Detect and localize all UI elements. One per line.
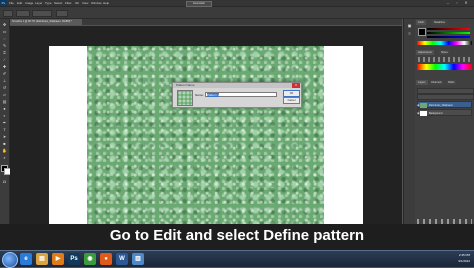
dodge-tool-icon[interactable]: ◐ [2, 113, 7, 118]
blur-tool-icon[interactable]: ● [2, 106, 7, 111]
lasso-tool-icon[interactable]: ◌ [2, 36, 7, 41]
menu-image[interactable]: Image [25, 0, 33, 6]
raindrops-image[interactable] [87, 46, 324, 224]
type-tool-icon[interactable]: T [2, 127, 7, 132]
clock-date: 9/1/2012 [458, 259, 470, 263]
menu-3d[interactable]: 3D [75, 0, 79, 6]
option-control[interactable] [16, 10, 30, 17]
system-clock[interactable]: 2:45 PM 9/1/2012 [458, 252, 470, 264]
crop-tool-icon[interactable]: ⌗ [2, 50, 7, 55]
eraser-tool-icon[interactable]: ▱ [2, 92, 7, 97]
collapsed-panel-strip: ▣ ≡ [403, 19, 415, 237]
ok-button[interactable]: OK [283, 90, 300, 97]
maximize-button[interactable]: ▫ [453, 0, 461, 6]
right-panel-dock: Color Swatches Adjustments Styles Layers… [415, 19, 474, 237]
shape-tool-icon[interactable]: ■ [2, 141, 7, 146]
tool-preset-picker[interactable] [3, 10, 13, 17]
document-tab[interactable]: Snowline 1 @ 66.7% (Raindrops_Wallpaper,… [10, 19, 82, 25]
tutorial-caption: Go to Edit and select Define pattern [109, 227, 365, 244]
menu-select[interactable]: Select [54, 0, 62, 6]
tab-channels[interactable]: Channels [429, 80, 444, 85]
zoom-tool-icon[interactable]: ⌕ [2, 155, 7, 160]
option-control[interactable] [32, 10, 52, 17]
cancel-button[interactable]: Cancel [283, 97, 300, 104]
menu-type[interactable]: Type [45, 0, 52, 6]
healing-tool-icon[interactable]: ✚ [2, 64, 7, 69]
tools-panel: ✥ ▭ ◌ ✎ ⌗ ⁄ ✚ ✐ ⊥ ↺ ▱ ▤ ● ◐ ✒ T ➤ ■ ✋ ⌕ … [0, 19, 11, 237]
explorer-icon[interactable]: ▥ [132, 253, 144, 265]
tab-styles[interactable]: Styles [439, 50, 450, 55]
layer-thumbnail [420, 103, 427, 108]
green-slider[interactable] [427, 32, 470, 34]
menu-bar: Ps File Edit Image Layer Type Select Fil… [0, 0, 474, 7]
layer-row[interactable]: ◉ Background [417, 109, 472, 116]
properties-panel-icon[interactable]: ≡ [407, 31, 412, 36]
tab-layers[interactable]: Layers [416, 80, 428, 85]
photoshop-logo: Ps [0, 0, 7, 6]
tab-adjustments[interactable]: Adjustments [416, 50, 434, 55]
chrome-icon[interactable]: ◉ [84, 253, 96, 265]
pattern-preview [177, 90, 193, 106]
dialog-close-icon[interactable]: ✕ [292, 83, 300, 88]
options-bar [0, 7, 474, 19]
color-ramp[interactable] [417, 41, 472, 45]
quick-select-tool-icon[interactable]: ✎ [2, 43, 7, 48]
pen-tool-icon[interactable]: ✒ [2, 120, 7, 125]
eyedropper-tool-icon[interactable]: ⁄ [2, 57, 7, 62]
option-control[interactable] [56, 10, 68, 17]
adjustment-spectrum [417, 64, 472, 70]
layer-name: Raindrops_Wallpaper [429, 104, 453, 107]
tab-color[interactable]: Color [416, 20, 426, 25]
word-icon[interactable]: W [116, 253, 128, 265]
history-brush-tool-icon[interactable]: ↺ [2, 85, 7, 90]
firefox-icon[interactable]: ● [100, 253, 112, 265]
pattern-name-dialog: Pattern Name ✕ Name: Pattern 1 OK Cancel [172, 82, 302, 108]
lock-options[interactable] [417, 94, 474, 100]
adjustment-icons[interactable] [418, 57, 471, 62]
hand-tool-icon[interactable]: ✋ [2, 148, 7, 153]
windows-taskbar: e ▤ ▶ Ps ◉ ● W ▥ 2:45 PM 9/1/2012 [0, 250, 474, 268]
layer-thumbnail [420, 111, 427, 116]
layer-row[interactable]: ◉ Raindrops_Wallpaper [417, 101, 472, 108]
menu-file[interactable]: File [9, 0, 14, 6]
tab-swatches[interactable]: Swatches [432, 20, 447, 25]
pattern-name-input[interactable]: Pattern 1 [205, 92, 277, 97]
marquee-tool-icon[interactable]: ▭ [2, 29, 7, 34]
ie-icon[interactable]: e [20, 253, 32, 265]
name-label: Name: [195, 93, 204, 97]
brush-tool-icon[interactable]: ✐ [2, 71, 7, 76]
quick-mask-icon[interactable]: ◘ [2, 179, 7, 184]
red-slider[interactable] [427, 28, 470, 30]
minimize-button[interactable]: – [444, 0, 452, 6]
menu-help[interactable]: Help [103, 0, 109, 6]
menu-view[interactable]: View [82, 0, 88, 6]
layer-name: Background [429, 112, 443, 115]
blue-slider[interactable] [427, 36, 470, 38]
document-tab-bar: Snowline 1 @ 66.7% (Raindrops_Wallpaper,… [10, 19, 402, 25]
media-icon[interactable]: ▶ [52, 253, 64, 265]
close-button[interactable]: ✕ [462, 0, 470, 6]
color-foreground-swatch[interactable] [418, 28, 426, 36]
menu-edit[interactable]: Edit [17, 0, 22, 6]
folder-icon[interactable]: ▤ [36, 253, 48, 265]
tab-paths[interactable]: Paths [446, 80, 457, 85]
move-tool-icon[interactable]: ✥ [2, 22, 7, 27]
stamp-tool-icon[interactable]: ⊥ [2, 78, 7, 83]
pattern-name-value: Pattern 1 [207, 93, 220, 97]
history-panel-icon[interactable]: ▣ [407, 23, 412, 28]
gradient-tool-icon[interactable]: ▤ [2, 99, 7, 104]
photoshop-icon[interactable]: Ps [68, 253, 80, 265]
menu-window[interactable]: Window [91, 0, 102, 6]
dialog-title: Pattern Name [173, 83, 301, 88]
menu-layer[interactable]: Layer [35, 0, 43, 6]
path-select-tool-icon[interactable]: ➤ [2, 134, 7, 139]
menu-filter[interactable]: Filter [65, 0, 72, 6]
